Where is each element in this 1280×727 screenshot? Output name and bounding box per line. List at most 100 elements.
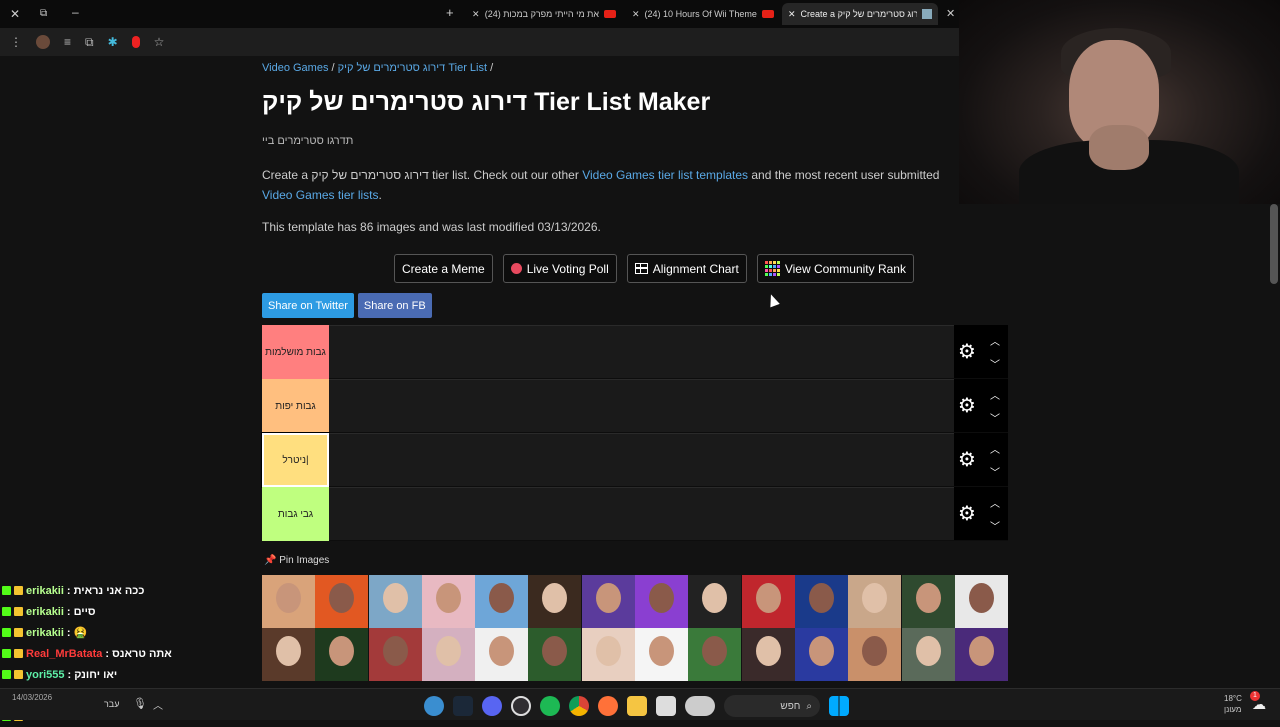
tab-1[interactable]: ✕ את מי הייתי מפרק במכות (24) (466, 3, 622, 25)
tier-image-thumb[interactable] (368, 575, 422, 628)
tier-drop-zone[interactable] (329, 433, 954, 486)
chevron-up-icon[interactable]: ︿ (990, 495, 1000, 510)
tier-image-thumb[interactable] (475, 628, 529, 681)
microphone-icon[interactable]: 🎙 (133, 697, 147, 710)
tier-image-thumb[interactable] (794, 628, 848, 681)
obs-icon[interactable] (511, 696, 531, 716)
tier-image-thumb[interactable] (262, 628, 315, 681)
share-facebook-button[interactable]: Share on FB (357, 293, 432, 318)
tier-image-thumb[interactable] (421, 575, 475, 628)
menu-icon[interactable]: ⋮ (10, 35, 22, 49)
chevron-down-icon[interactable]: ﹀ (990, 518, 1000, 533)
tier-image-thumb[interactable] (901, 628, 955, 681)
spotify-icon[interactable] (540, 696, 560, 716)
tier-image-thumb[interactable] (794, 575, 848, 628)
chevron-down-icon[interactable]: ﹀ (990, 356, 1000, 371)
tier-drop-zone[interactable] (329, 379, 954, 432)
tab-3[interactable]: ✕ Create a דירוג סטרימרים של קיק (782, 3, 938, 25)
kick-badge-icon (2, 649, 11, 658)
weather-widget-icon[interactable] (685, 696, 715, 716)
breadcrumb-video-games[interactable]: Video Games (262, 62, 328, 74)
page-scrollbar[interactable] (1270, 204, 1278, 284)
tier-image-thumb[interactable] (741, 628, 795, 681)
create-meme-button[interactable]: Create a Meme (394, 254, 493, 283)
tier-image-thumb[interactable] (528, 575, 582, 628)
live-voting-poll-button[interactable]: Live Voting Poll (502, 254, 617, 283)
chevron-up-icon[interactable]: ︿ (990, 441, 1000, 456)
tier-label[interactable]: גבות מושלמות (262, 325, 329, 379)
tray-expand-icon[interactable]: ︿ (153, 697, 163, 712)
close-tab-icon[interactable]: ✕ (788, 9, 796, 20)
discord-icon[interactable] (482, 696, 502, 716)
gear-icon[interactable]: ⚙ (958, 447, 976, 472)
extension-red-icon[interactable] (131, 36, 140, 48)
close-tab-icon[interactable]: ✕ (632, 9, 640, 20)
bookmark-star-icon[interactable]: ☆ (154, 35, 165, 49)
notification-badge[interactable]: 1 (1250, 691, 1260, 701)
tier-image-thumb[interactable] (635, 628, 689, 681)
tier-image-thumb[interactable] (421, 628, 475, 681)
share-twitter-button[interactable]: Share on Twitter (262, 293, 354, 318)
tier-label[interactable]: ניטרל| (261, 432, 330, 488)
tier-image-thumb[interactable] (315, 628, 369, 681)
chevron-up-icon[interactable]: ︿ (990, 333, 1000, 348)
close-tab-icon[interactable]: ✕ (472, 9, 480, 20)
weather-app-icon[interactable] (424, 696, 444, 716)
tier-image-thumb[interactable] (315, 575, 369, 628)
gear-icon[interactable]: ⚙ (958, 393, 976, 418)
chevron-up-icon[interactable]: ︿ (990, 387, 1000, 402)
media-icon[interactable]: ≡ (64, 35, 71, 49)
tier-image-thumb[interactable] (954, 628, 1008, 681)
translate-icon[interactable]: ✱ (108, 35, 118, 49)
task-view-icon[interactable] (656, 696, 676, 716)
profile-avatar[interactable] (36, 35, 50, 49)
file-explorer-icon[interactable] (627, 696, 647, 716)
tier-label[interactable]: גבות יפות (262, 379, 329, 433)
chrome-icon[interactable] (569, 696, 589, 716)
tier-image-thumb[interactable] (581, 575, 635, 628)
firefox-icon[interactable] (598, 696, 618, 716)
tier-image-thumb[interactable] (688, 575, 742, 628)
tier-image-thumb[interactable] (262, 575, 315, 628)
minimize-icon[interactable]: – (72, 5, 79, 19)
pin-images-toggle[interactable]: 📌 Pin Images (264, 555, 329, 566)
windows-start-icon[interactable] (829, 696, 849, 716)
tab-2[interactable]: ✕ (24) 10 Hours Of Wii Theme (626, 3, 780, 25)
tier-image-thumb[interactable] (688, 628, 742, 681)
close-window-icon[interactable]: ✕ (10, 7, 20, 21)
tier-image-thumb[interactable] (528, 628, 582, 681)
breadcrumb-tier-list[interactable]: דירוג סטרימרים של קיק Tier List (338, 62, 487, 74)
close-icon[interactable]: ✕ (946, 7, 955, 20)
chevron-down-icon[interactable]: ﹀ (990, 410, 1000, 425)
tier-image-thumb[interactable] (954, 575, 1008, 628)
extensions-icon[interactable]: ⧉ (85, 35, 94, 50)
gear-icon[interactable]: ⚙ (958, 339, 976, 364)
sub-badge-icon (14, 628, 23, 637)
tier-image-thumb[interactable] (368, 628, 422, 681)
tier-drop-zone[interactable] (329, 325, 954, 378)
steam-icon[interactable] (453, 696, 473, 716)
tier-image-thumb[interactable] (475, 575, 529, 628)
weather-tray[interactable]: 18°C מעונן (1224, 693, 1242, 715)
user-lists-link[interactable]: Video Games tier lists (262, 188, 379, 202)
tier-label[interactable]: גבי גבות (262, 487, 329, 541)
tier-image-thumb[interactable] (848, 628, 902, 681)
thumb-avatar (542, 583, 568, 613)
taskbar-search[interactable]: חפש ⌕ (724, 695, 820, 717)
tier-image-thumb[interactable] (581, 628, 635, 681)
community-rank-button[interactable]: View Community Rank (756, 254, 914, 283)
tier-drop-zone[interactable] (329, 487, 954, 540)
tier-image-thumb[interactable] (635, 575, 689, 628)
keyboard-language[interactable]: עבר (104, 699, 119, 709)
tier-image-thumb[interactable] (901, 575, 955, 628)
tier-move-arrows: ︿ ﹀ (990, 387, 1000, 425)
tab-search-icon[interactable]: ⧉ (40, 8, 47, 19)
new-tab-icon[interactable]: + (446, 5, 454, 20)
tier-image-thumb[interactable] (848, 575, 902, 628)
alignment-chart-button[interactable]: Alignment Chart (626, 254, 747, 283)
chevron-down-icon[interactable]: ﹀ (990, 464, 1000, 479)
tier-image-thumb[interactable] (741, 575, 795, 628)
gear-icon[interactable]: ⚙ (958, 501, 976, 526)
templates-link[interactable]: Video Games tier list templates (582, 168, 748, 182)
live-dot-icon (510, 263, 522, 274)
